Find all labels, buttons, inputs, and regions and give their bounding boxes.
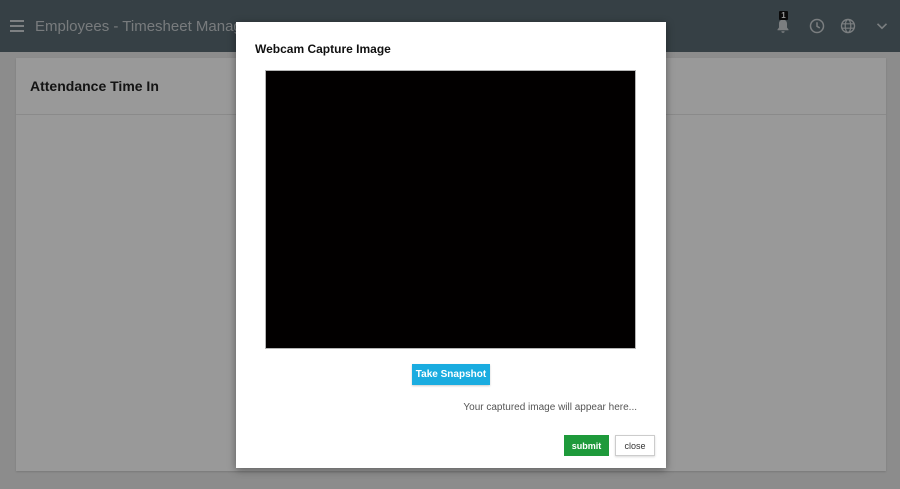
webcam-modal: Webcam Capture Image Take Snapshot Your … — [236, 22, 666, 468]
take-snapshot-button[interactable]: Take Snapshot — [412, 364, 490, 385]
modal-title: Webcam Capture Image — [255, 42, 391, 56]
close-button[interactable]: close — [615, 435, 655, 456]
webcam-preview — [265, 70, 636, 349]
captured-image-placeholder: Your captured image will appear here... — [463, 402, 637, 413]
submit-button[interactable]: submit — [564, 435, 609, 456]
